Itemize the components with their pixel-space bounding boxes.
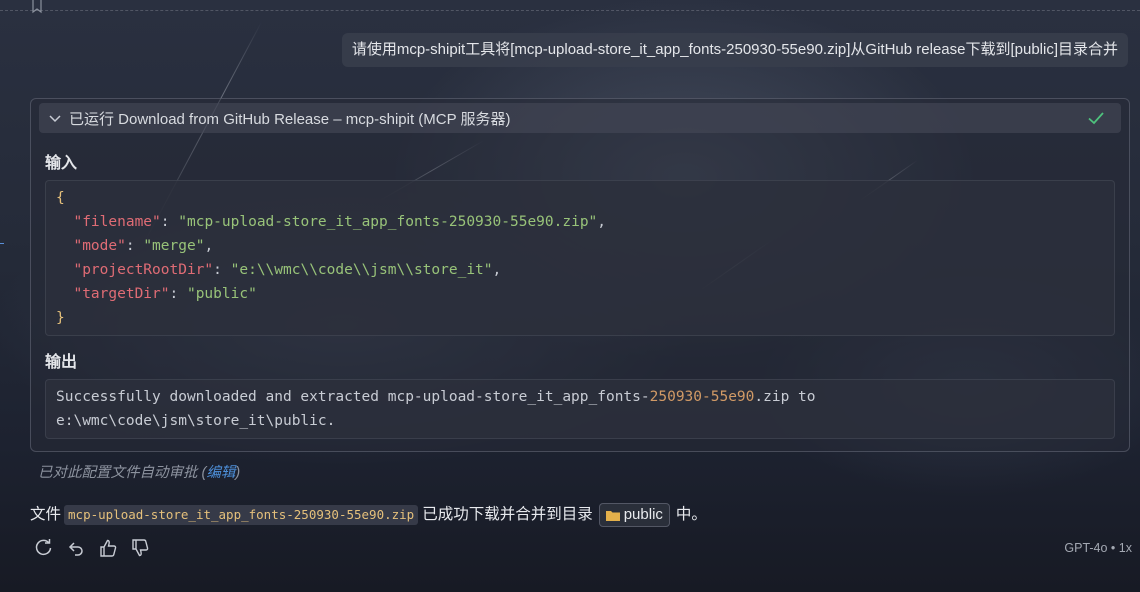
folder-reference[interactable]: public: [598, 503, 670, 527]
output-line: Successfully downloaded and extracted mc…: [56, 389, 816, 405]
folder-name: public: [623, 506, 663, 523]
answer-suffix: 中。: [675, 506, 707, 523]
tool-call-title: 已运行 Download from GitHub Release – mcp-s…: [69, 110, 511, 128]
undo-icon[interactable]: [66, 538, 86, 558]
json-line: "projectRootDir": "e:\\wmc\\code\\jsm\\s…: [73, 262, 502, 278]
assistant-answer: 文件 mcp-upload-store_it_app_fonts-250930-…: [30, 503, 707, 527]
json-line: "mode": "merge",: [73, 238, 214, 254]
output-block: Successfully downloaded and extracted mc…: [45, 379, 1115, 439]
output-line: e:\wmc\code\jsm\store_it\public.: [56, 413, 336, 429]
folder-icon: [605, 511, 620, 521]
output-label: 输出: [45, 354, 78, 371]
auto-approval-note: 已对此配置文件自动审批 (编辑): [38, 465, 241, 481]
response-actions: [34, 538, 150, 558]
model-indicator[interactable]: GPT-4o • 1x: [1064, 541, 1132, 555]
user-message-text: 请使用mcp-shipit工具将[mcp-upload-store_it_app…: [351, 41, 1118, 58]
edge-marker: [0, 243, 4, 244]
check-icon: [1088, 112, 1104, 125]
chevron-down-icon: [49, 115, 61, 123]
edit-link[interactable]: 编辑: [206, 465, 235, 481]
json-close-brace: }: [56, 310, 65, 326]
separator: [0, 10, 1140, 11]
thumbs-up-icon[interactable]: [98, 538, 118, 558]
json-line: "targetDir": "public": [73, 286, 257, 302]
input-label: 输入: [45, 155, 78, 172]
answer-middle: 已成功下载并合并到目录: [422, 506, 593, 523]
json-open-brace: {: [56, 190, 65, 206]
input-code-block: { "filename": "mcp-upload-store_it_app_f…: [45, 180, 1115, 336]
json-line: "filename": "mcp-upload-store_it_app_fon…: [73, 214, 607, 230]
retry-icon[interactable]: [34, 538, 54, 558]
answer-prefix: 文件: [30, 506, 62, 523]
thumbs-down-icon[interactable]: [130, 538, 150, 558]
filename-code: mcp-upload-store_it_app_fonts-250930-55e…: [64, 505, 419, 525]
tool-call-panel: 已运行 Download from GitHub Release – mcp-s…: [30, 98, 1130, 452]
user-message: 请使用mcp-shipit工具将[mcp-upload-store_it_app…: [341, 33, 1128, 67]
tool-call-header[interactable]: 已运行 Download from GitHub Release – mcp-s…: [39, 103, 1121, 133]
bookmark-icon[interactable]: [30, 0, 44, 14]
